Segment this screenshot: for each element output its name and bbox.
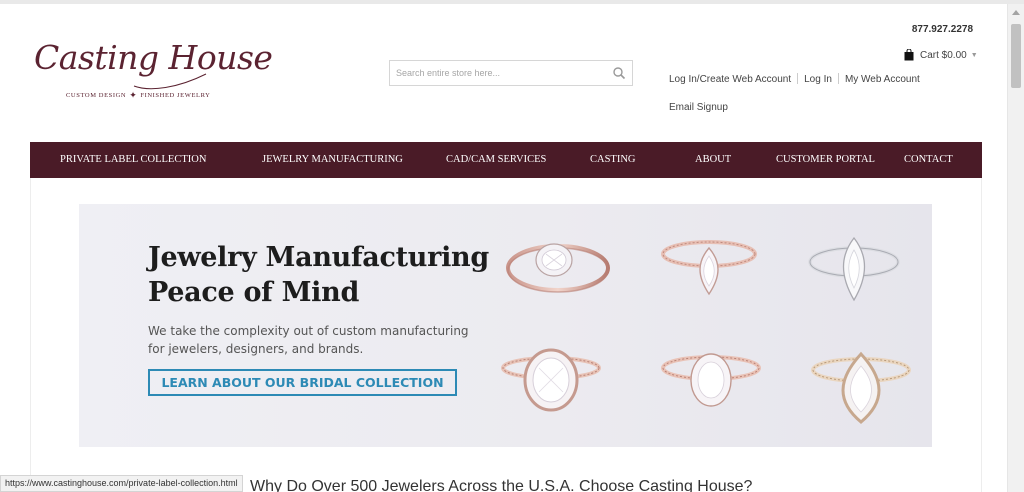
login-create-account-link[interactable]: Log In/Create Web Account	[669, 74, 791, 85]
search-input[interactable]	[390, 61, 600, 85]
browser-top-edge	[0, 0, 1024, 4]
chevron-down-icon: ▼	[970, 51, 978, 59]
nav-item-customer-portal[interactable]: CUSTOMER PORTAL	[776, 142, 875, 178]
hero-subtext-line-1: We take the complexity out of custom man…	[148, 324, 469, 338]
logo-tagline-right: FINISHED JEWELRY	[140, 92, 211, 99]
oval-pave-ring-image	[661, 353, 761, 407]
hero-headline: Jewelry Manufacturing Peace of Mind	[148, 240, 568, 310]
logo-tagline: CUSTOM DESIGN ✦ FINISHED JEWELRY	[66, 90, 236, 101]
phone-number[interactable]: 877.927.2278	[912, 24, 973, 35]
cart-button[interactable]: Cart $0.00 ▼	[904, 48, 978, 62]
nav-item-about[interactable]: ABOUT	[695, 142, 731, 178]
casting-house-logo[interactable]: Casting House CUSTOM DESIGN ✦ FINISHED JEW…	[34, 38, 273, 108]
email-signup-link[interactable]: Email Signup	[669, 102, 728, 113]
scrollbar-thumb[interactable]	[1011, 24, 1021, 88]
hero-subtext: We take the complexity out of custom man…	[148, 322, 488, 358]
bridal-collection-button[interactable]: LEARN ABOUT OUR BRIDAL COLLECTION	[148, 369, 457, 396]
link-divider	[797, 73, 799, 84]
account-links: Log In/Create Web Account Log In My Web Ac…	[669, 73, 920, 85]
nav-item-casting[interactable]: CASTING	[590, 142, 636, 178]
nav-item-jewelry-manufacturing[interactable]: JEWELRY MANUFACTURING	[262, 142, 403, 178]
link-divider	[837, 73, 839, 84]
shopping-bag-icon	[904, 49, 914, 61]
search-icon[interactable]	[612, 66, 626, 80]
status-bar-url: https://www.castinghouse.com/private-lab…	[0, 475, 243, 492]
hero-banner: Jewelry Manufacturing Peace of Mind We t…	[79, 204, 932, 447]
hero-headline-line-2: Peace of Mind	[148, 277, 360, 308]
main-navigation: PRIVATE LABEL COLLECTION JEWELRY MANUFAC…	[30, 142, 982, 178]
hero-headline-line-1: Jewelry Manufacturing	[148, 242, 489, 273]
nav-item-private-label-collection[interactable]: PRIVATE LABEL COLLECTION	[60, 142, 206, 178]
section-heading: Why Do Over 500 Jewelers Across the U.S.…	[250, 478, 753, 492]
nav-item-cad-cam-services[interactable]: CAD/CAM SERVICES	[446, 142, 546, 178]
logo-tagline-left: CUSTOM DESIGN	[66, 92, 127, 99]
my-web-account-link[interactable]: My Web Account	[845, 74, 920, 85]
pear-halo-ring-image	[661, 240, 757, 296]
hero-subtext-line-2: for jewelers, designers, and brands.	[148, 342, 364, 356]
oval-halo-ring-image	[501, 348, 601, 412]
cart-label: Cart $0.00	[920, 49, 967, 61]
ring-mark-icon: ✦	[129, 90, 138, 100]
marquise-ring-image	[808, 236, 900, 302]
logo-swash-decoration	[133, 73, 207, 90]
scroll-up-arrow-icon[interactable]	[1012, 10, 1020, 15]
login-link[interactable]: Log In	[804, 74, 832, 85]
vertical-scrollbar[interactable]	[1007, 4, 1024, 492]
nav-item-contact[interactable]: CONTACT	[904, 142, 953, 178]
search-box	[389, 60, 633, 86]
pear-halo-yellow-ring-image	[811, 351, 911, 424]
